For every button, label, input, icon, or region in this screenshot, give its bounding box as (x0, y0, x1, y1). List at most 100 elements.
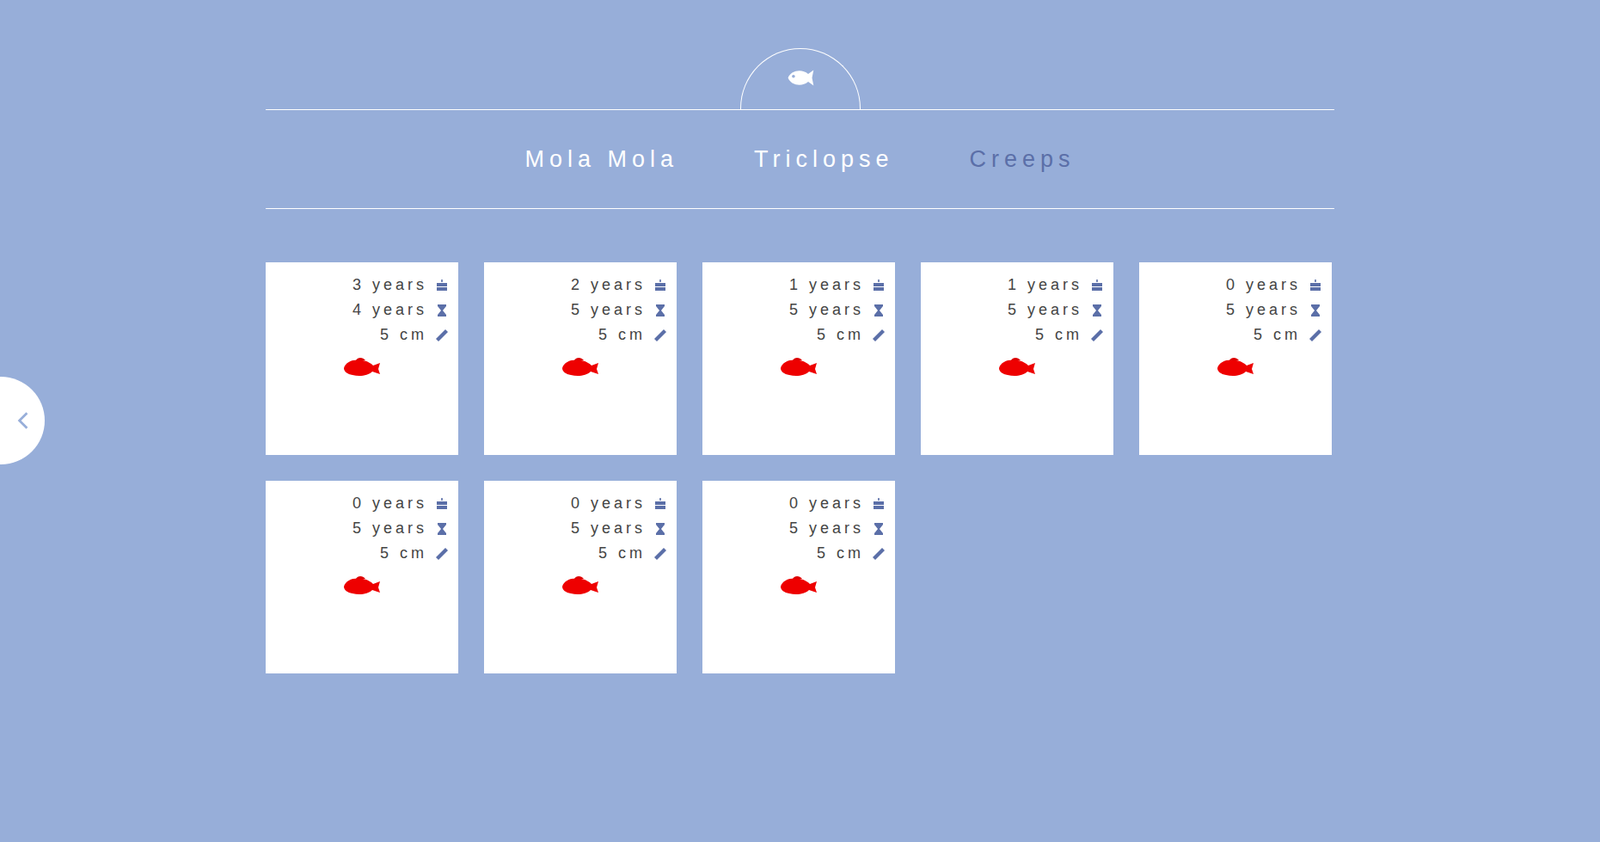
hourglass-icon (654, 522, 667, 535)
cake-icon (654, 497, 667, 510)
size: 5 cm (1253, 325, 1301, 344)
size-row: 5 cm (494, 540, 667, 566)
header (265, 48, 1335, 111)
fish-card[interactable]: 1 years 5 years 5 cm (920, 262, 1114, 455)
age-row: 1 years (712, 272, 885, 298)
lifespan: 5 years (570, 519, 646, 538)
container: Mola Mola Triclopse Creeps 3 years 4 years 5 … (265, 0, 1335, 725)
tab-bar: Mola Mola Triclopse Creeps (265, 110, 1335, 209)
lifespan-row: 5 years (712, 297, 885, 323)
hourglass-icon (1309, 304, 1322, 317)
age-row: 0 years (275, 490, 448, 516)
lifespan: 5 years (1007, 300, 1083, 319)
hourglass-icon (872, 522, 885, 535)
fish-card[interactable]: 2 years 5 years 5 cm (484, 262, 677, 455)
age-row: 0 years (1149, 272, 1322, 298)
fish-sprite (275, 355, 448, 379)
fish-sprite (931, 355, 1104, 379)
age-row: 0 years (494, 490, 667, 516)
lifespan-row: 5 years (494, 515, 667, 541)
age-row: 2 years (494, 272, 667, 298)
lifespan-row: 5 years (712, 515, 885, 541)
age: 2 years (570, 275, 646, 295)
back-button[interactable] (0, 376, 45, 465)
fish-icon (560, 355, 601, 379)
age: 1 years (789, 275, 865, 295)
age: 1 years (1007, 275, 1083, 295)
lifespan-row: 4 years (275, 297, 448, 323)
age-row: 0 years (712, 490, 885, 516)
fish-card[interactable]: 1 years 5 years 5 cm (702, 262, 896, 455)
cake-icon (872, 497, 885, 510)
fish-card[interactable]: 0 years 5 years 5 cm (1139, 262, 1332, 455)
size: 5 cm (598, 544, 646, 563)
ruler-icon (435, 329, 448, 342)
logo[interactable] (740, 48, 861, 110)
size: 5 cm (380, 544, 428, 563)
lifespan-row: 5 years (494, 297, 667, 323)
ruler-icon (872, 547, 885, 560)
cake-icon (654, 279, 667, 292)
ruler-icon (872, 329, 885, 342)
fish-sprite (1149, 355, 1322, 379)
fish-icon (997, 355, 1037, 379)
fish-card[interactable]: 3 years 4 years 5 cm (265, 262, 459, 455)
tab[interactable]: Mola Mola (524, 146, 679, 173)
fish-icon (1215, 355, 1256, 379)
chevron-left-icon (17, 410, 30, 430)
fish-icon (342, 355, 382, 379)
cake-icon (1091, 279, 1104, 292)
size-row: 5 cm (712, 540, 885, 566)
fish-card[interactable]: 0 years 5 years 5 cm (265, 480, 459, 674)
lifespan-row: 5 years (1149, 297, 1322, 323)
age: 0 years (570, 494, 646, 513)
fish-icon (778, 355, 819, 379)
size-row: 5 cm (275, 322, 448, 348)
size-row: 5 cm (931, 322, 1104, 348)
lifespan-row: 5 years (931, 297, 1104, 323)
fish-card[interactable]: 0 years 5 years 5 cm (484, 480, 677, 674)
tab[interactable]: Triclopse (754, 146, 895, 173)
size: 5 cm (380, 325, 428, 344)
tab[interactable]: Creeps (969, 146, 1076, 173)
hourglass-icon (872, 304, 885, 317)
lifespan: 4 years (352, 300, 428, 319)
age: 0 years (1226, 275, 1301, 295)
fish-sprite (494, 355, 667, 379)
age: 3 years (352, 275, 428, 295)
cake-icon (435, 497, 448, 510)
hourglass-icon (654, 304, 667, 317)
lifespan: 5 years (789, 519, 865, 538)
cake-icon (872, 279, 885, 292)
age: 0 years (352, 494, 428, 513)
ruler-icon (1091, 329, 1104, 342)
lifespan: 5 years (1226, 300, 1301, 319)
hourglass-icon (1091, 304, 1104, 317)
lifespan-row: 5 years (275, 515, 448, 541)
age-row: 1 years (931, 272, 1104, 298)
lifespan: 5 years (789, 300, 865, 319)
ruler-icon (435, 547, 448, 560)
lifespan: 5 years (570, 300, 646, 319)
size-row: 5 cm (712, 322, 885, 348)
cake-icon (1309, 279, 1322, 292)
hourglass-icon (435, 522, 448, 535)
fish-sprite (712, 355, 885, 379)
size: 5 cm (816, 325, 865, 344)
fish-card[interactable]: 0 years 5 years 5 cm (702, 480, 896, 674)
hourglass-icon (435, 304, 448, 317)
fish-grid: 3 years4 years5 cm2 years5 years5 cm1 ye… (265, 262, 1335, 674)
age: 0 years (789, 494, 865, 513)
fish-icon (778, 574, 819, 597)
fish-sprite (712, 574, 885, 597)
fish-sprite (275, 574, 448, 597)
age-row: 3 years (275, 272, 448, 298)
lifespan: 5 years (352, 519, 428, 538)
size: 5 cm (816, 544, 865, 563)
fish-icon (784, 66, 816, 90)
size-row: 5 cm (494, 322, 667, 348)
size-row: 5 cm (275, 540, 448, 566)
ruler-icon (654, 329, 667, 342)
size: 5 cm (598, 325, 646, 344)
fish-sprite (494, 574, 667, 597)
